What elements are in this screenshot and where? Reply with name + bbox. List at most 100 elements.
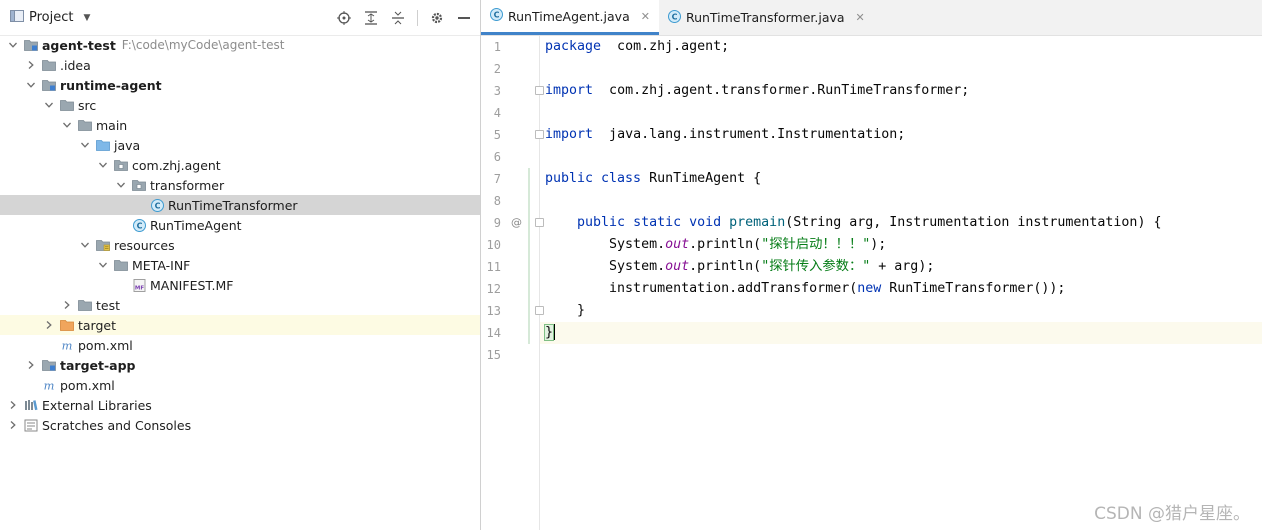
package-icon: [114, 158, 128, 172]
chevron-down-icon[interactable]: [80, 240, 90, 250]
expand-all-icon[interactable]: [363, 10, 379, 26]
code-field: out: [665, 259, 690, 274]
java-class-icon: C: [132, 218, 146, 232]
editor-area: C RunTimeAgent.java ✕ C RunTimeTransform…: [481, 0, 1262, 530]
chevron-down-icon[interactable]: [26, 80, 36, 90]
project-view-icon: [10, 9, 24, 26]
chevron-right-icon[interactable]: [26, 60, 36, 70]
tree-item[interactable]: transformer: [0, 175, 480, 195]
chevron-down-icon[interactable]: [98, 260, 108, 270]
code-line[interactable]: public static void premain(String arg, I…: [545, 212, 1161, 234]
code-line[interactable]: System.out.println("探针传入参数：" + arg);: [545, 256, 934, 278]
module-folder-icon: [42, 358, 56, 372]
code-line[interactable]: instrumentation.addTransformer(new RunTi…: [545, 278, 1065, 300]
gear-icon[interactable]: [429, 10, 445, 26]
tree-item-label: runtime-agent: [60, 77, 162, 93]
tree-item-label: target: [78, 317, 117, 333]
tree-item-label: transformer: [150, 177, 225, 193]
chevron-down-icon[interactable]: ▼: [83, 13, 90, 23]
tree-item-label: pom.xml: [60, 377, 115, 393]
chevron-right-icon[interactable]: [8, 400, 18, 410]
chevron-down-icon[interactable]: [116, 180, 126, 190]
chevron-right-icon[interactable]: [26, 360, 36, 370]
chevron-right-icon[interactable]: [8, 420, 18, 430]
line-number: 8: [493, 194, 501, 208]
scratches-icon: [24, 418, 38, 432]
code-line[interactable]: System.out.println("探针启动！！！");: [545, 234, 886, 256]
code-text: + arg);: [870, 259, 935, 274]
tree-item-label: test: [96, 297, 121, 313]
tree-item-label: pom.xml: [78, 337, 133, 353]
project-view-title[interactable]: Project: [29, 10, 73, 25]
chevron-down-icon[interactable]: [80, 140, 90, 150]
vcs-change-marker[interactable]: [528, 168, 530, 344]
java-class-icon: C: [667, 9, 681, 26]
chevron-down-icon[interactable]: [98, 160, 108, 170]
tree-item[interactable]: test: [0, 295, 480, 315]
tree-item[interactable]: resources: [0, 235, 480, 255]
line-number: 2: [493, 62, 501, 76]
tree-item[interactable]: src: [0, 95, 480, 115]
tree-item[interactable]: C RunTimeAgent: [0, 215, 480, 235]
code-line[interactable]: }: [545, 300, 585, 322]
tree-item-label: RunTimeTransformer: [168, 197, 298, 213]
code-text: instrumentation.addTransformer(: [545, 281, 858, 296]
code-line[interactable]: import java.lang.instrument.Instrumentat…: [545, 124, 905, 146]
folder-icon: [114, 258, 128, 272]
source-folder-icon: [96, 138, 110, 152]
line-number: 10: [486, 238, 501, 252]
tree-item[interactable]: Scratches and Consoles: [0, 415, 480, 435]
tree-item-label: com.zhj.agent: [132, 157, 221, 173]
excluded-folder-icon: [60, 318, 74, 332]
code-text: }: [545, 303, 586, 318]
tree-item[interactable]: MF MANIFEST.MF: [0, 275, 480, 295]
tree-item[interactable]: External Libraries: [0, 395, 480, 415]
code-area[interactable]: package com.zhj.agent; import com.zhj.age…: [540, 36, 1262, 530]
tree-item[interactable]: main: [0, 115, 480, 135]
tree-item[interactable]: target-app: [0, 355, 480, 375]
chevron-down-icon[interactable]: [44, 100, 54, 110]
folder-icon: [78, 298, 92, 312]
code-line[interactable]: import com.zhj.agent.transformer.RunTime…: [545, 80, 969, 102]
code-text: System.: [545, 237, 666, 252]
tree-item[interactable]: META-INF: [0, 255, 480, 275]
chevron-down-icon[interactable]: [8, 40, 18, 50]
tab-runtimeagent-java[interactable]: C RunTimeAgent.java ✕: [481, 0, 659, 35]
tree-item[interactable]: java: [0, 135, 480, 155]
tree-item[interactable]: runtime-agent: [0, 75, 480, 95]
code-brace: }: [543, 324, 555, 341]
tree-item-label: java: [114, 137, 141, 153]
code-field: out: [665, 237, 690, 252]
locate-icon[interactable]: [336, 10, 352, 26]
code-line[interactable]: package com.zhj.agent;: [545, 36, 729, 58]
code-keyword: import: [545, 127, 594, 142]
tree-item[interactable]: .idea: [0, 55, 480, 75]
hide-icon[interactable]: [456, 10, 472, 26]
toolbar-separator: [417, 9, 418, 26]
text-caret: [553, 324, 556, 340]
implements-marker-icon[interactable]: @: [511, 216, 522, 229]
code-line[interactable]: public class RunTimeAgent {: [545, 168, 761, 190]
tree-item[interactable]: target: [0, 315, 480, 335]
tree-item[interactable]: C RunTimeTransformer: [0, 195, 480, 215]
resources-folder-icon: [96, 238, 110, 252]
tree-item[interactable]: m pom.xml: [0, 375, 480, 395]
svg-text:C: C: [136, 221, 142, 230]
code-text: java.lang.instrument.Instrumentation;: [593, 127, 906, 142]
close-icon[interactable]: ✕: [856, 11, 865, 24]
chevron-right-icon[interactable]: [62, 300, 72, 310]
project-panel-header: Project ▼: [0, 0, 480, 36]
tree-item[interactable]: agent-test F:\code\myCode\agent-test: [0, 35, 480, 55]
chevron-right-icon[interactable]: [44, 320, 54, 330]
code-method-name: premain: [729, 215, 786, 230]
tab-label: RunTimeAgent.java: [508, 8, 630, 24]
collapse-all-icon[interactable]: [390, 10, 406, 26]
tree-item[interactable]: com.zhj.agent: [0, 155, 480, 175]
code-line[interactable]: }: [540, 322, 1262, 344]
editor-gutter[interactable]: 1 2 3 4 5 6 7 8 9 @10 11 12 13 14 15: [481, 36, 544, 530]
chevron-down-icon[interactable]: [62, 120, 72, 130]
java-class-icon: C: [490, 8, 503, 24]
close-icon[interactable]: ✕: [641, 10, 650, 23]
tab-runtimetransformer-java[interactable]: C RunTimeTransformer.java ✕: [659, 0, 874, 35]
tree-item[interactable]: m pom.xml: [0, 335, 480, 355]
